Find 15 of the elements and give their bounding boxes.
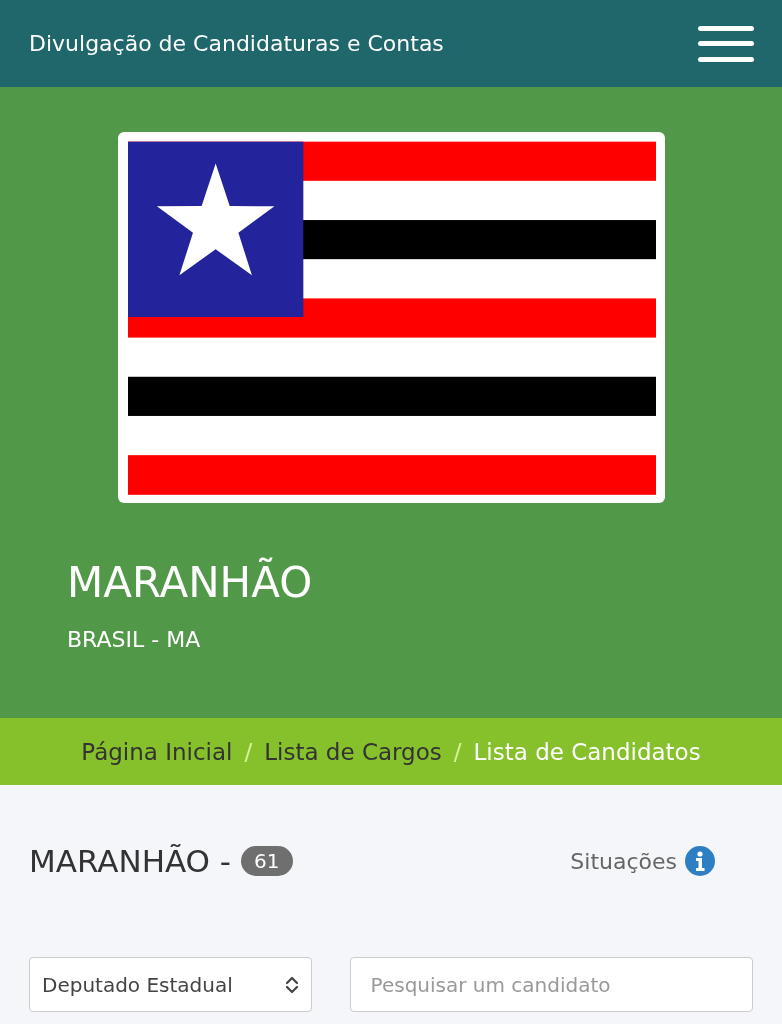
office-select[interactable]: Deputado Estadual — [29, 957, 312, 1012]
breadcrumb-separator: / — [244, 738, 253, 765]
menu-icon[interactable] — [698, 25, 754, 62]
state-subtitle: BRASIL - MA — [67, 627, 202, 652]
info-icon[interactable] — [685, 846, 715, 876]
count-badge: 61 — [241, 846, 293, 876]
situations-link[interactable]: Situações — [570, 848, 677, 874]
site-title: Divulgação de Candidaturas e Contas — [29, 31, 444, 56]
search-field[interactable]: Pesquisar um candidato — [349, 957, 753, 1012]
breadcrumb-link[interactable]: Lista de Cargos — [264, 738, 442, 765]
breadcrumb-separator: / — [453, 738, 462, 765]
state-title: MARANHÃO — [67, 558, 314, 607]
page-heading: MARANHÃO - — [29, 843, 232, 879]
breadcrumb-link[interactable]: Página Inicial — [81, 738, 233, 765]
chevron-updown-icon — [284, 974, 299, 995]
